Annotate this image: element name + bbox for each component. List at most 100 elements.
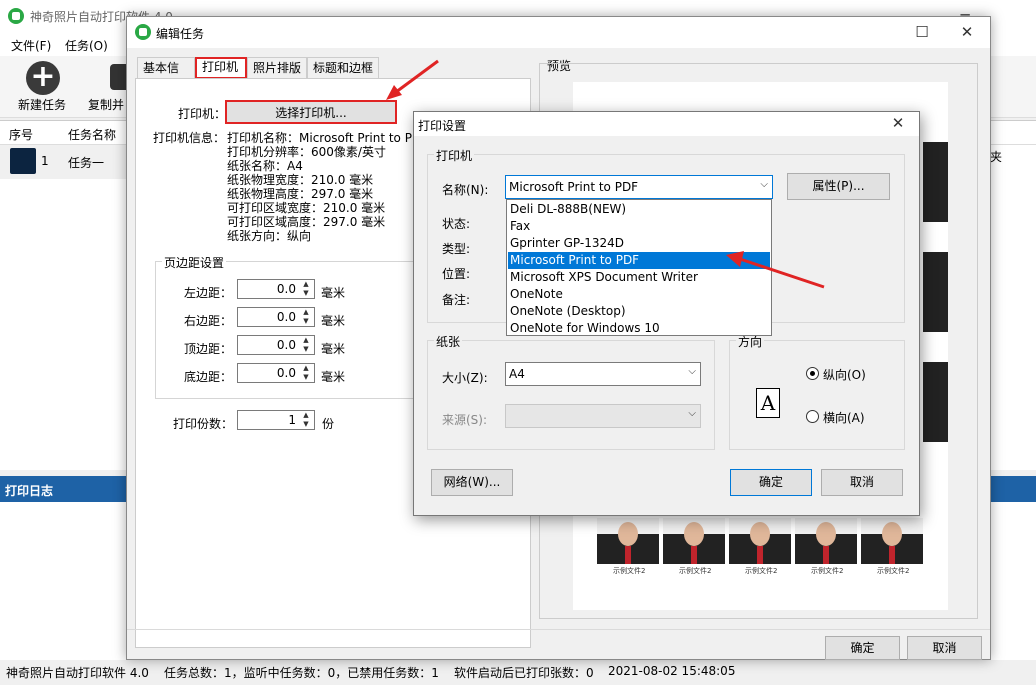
menu-file[interactable]: 文件(F) xyxy=(11,37,51,54)
copy-task-button[interactable]: 复制并 xyxy=(88,96,124,113)
edit-dialog-title: 编辑任务 xyxy=(156,27,205,41)
right-margin-stepper[interactable]: 0.0 ▲ ▼ xyxy=(237,307,315,327)
size-label: 大小(Z): xyxy=(442,371,488,385)
tab-title-border[interactable]: 标题和边框 xyxy=(307,57,379,79)
chevron-down-icon[interactable]: ⌵ xyxy=(688,366,696,377)
list-item[interactable]: Fax xyxy=(508,218,770,235)
col-index-header[interactable]: 序号 xyxy=(9,126,33,143)
list-item[interactable]: OneNote (Desktop) xyxy=(508,303,770,320)
preview-photo-edge xyxy=(923,362,948,442)
edit-maximize-icon[interactable]: ☐ xyxy=(899,17,945,49)
left-margin-label: 左边距： xyxy=(184,286,233,300)
copies-stepper[interactable]: 1 ▲ ▼ xyxy=(237,410,315,430)
col-fragment-header: 夹 xyxy=(990,150,1003,164)
paper-source-select: ⌵ xyxy=(505,404,701,428)
menu-task[interactable]: 任务(O) xyxy=(65,37,108,54)
status-printed-count: 软件启动后已打印张数：0 xyxy=(454,666,594,680)
right-margin-value: 0.0 xyxy=(276,310,296,324)
list-item[interactable]: OneNote for Windows 10 xyxy=(508,320,770,337)
preview-photo xyxy=(861,518,923,564)
comment-label: 备注: xyxy=(442,293,471,307)
paper-size-select[interactable]: A4 ⌵ xyxy=(505,362,701,386)
network-button[interactable]: 网络(W)... xyxy=(431,469,513,496)
print-setup-close-icon[interactable]: ✕ xyxy=(880,112,916,136)
spin-arrows-icon[interactable]: ▲ ▼ xyxy=(300,308,312,326)
print-setup-titlebar: 打印设置 ✕ xyxy=(414,112,919,136)
printer-info-orientation: 纸张方向：纵向 xyxy=(227,229,312,243)
left-margin-unit: 毫米 xyxy=(321,286,346,300)
bottom-margin-stepper[interactable]: 0.0 ▲ ▼ xyxy=(237,363,315,383)
spin-arrows-icon[interactable]: ▲ ▼ xyxy=(300,411,312,429)
tab-basic-info[interactable]: 基本信息 xyxy=(137,57,195,95)
margin-group-title: 页边距设置 xyxy=(162,254,227,271)
chevron-down-icon: ⌵ xyxy=(688,408,696,419)
status-datetime: 2021-08-02 15:48:05 xyxy=(608,664,736,678)
left-margin-stepper[interactable]: 0.0 ▲ ▼ xyxy=(237,279,315,299)
copies-value: 1 xyxy=(288,413,296,427)
paper-size-value: A4 xyxy=(509,367,525,381)
top-margin-label: 顶边距： xyxy=(184,342,233,356)
type-label: 类型: xyxy=(442,242,471,256)
portrait-label[interactable]: 纵向(O) xyxy=(823,366,866,383)
status-bar: 神奇照片自动打印软件 4.0 任务总数：1，监听中任务数：0，已禁用任务数：1 … xyxy=(0,660,1036,685)
preview-photo-caption: 示例文件2 xyxy=(811,567,844,575)
preview-photo xyxy=(663,518,725,564)
right-margin-label: 右边距： xyxy=(184,314,233,328)
preview-photo-caption: 示例文件2 xyxy=(613,567,646,575)
edit-ok-button[interactable]: 确定 xyxy=(825,636,900,660)
bottom-margin-unit: 毫米 xyxy=(321,370,346,384)
chevron-down-icon[interactable]: ⌵ xyxy=(760,179,768,190)
spin-arrows-icon[interactable]: ▲ ▼ xyxy=(300,364,312,382)
paper-group-title: 纸张 xyxy=(434,333,463,350)
list-item[interactable]: Deli DL-888B(NEW) xyxy=(508,201,770,218)
copies-label: 打印份数： xyxy=(173,417,234,431)
properties-button[interactable]: 属性(P)... xyxy=(787,173,890,200)
bottom-margin-label: 底边距： xyxy=(184,370,233,384)
footer-divider xyxy=(127,629,990,630)
select-printer-button[interactable]: 选择打印机... xyxy=(225,100,397,124)
preview-photo-caption: 示例文件2 xyxy=(877,567,910,575)
orientation-groupbox: 方向 A 纵向(O) 横向(A) xyxy=(729,333,905,450)
edit-titlebar: 编辑任务 ☐ ✕ xyxy=(127,17,990,48)
edit-dialog-logo-icon xyxy=(135,24,151,40)
preview-photo-caption: 示例文件2 xyxy=(679,567,712,575)
new-task-button[interactable]: 新建任务 xyxy=(18,96,66,113)
status-app-version: 神奇照片自动打印软件 4.0 xyxy=(6,666,149,680)
printer-info-label: 打印机信息： xyxy=(153,131,226,145)
portrait-page-icon: A xyxy=(756,388,780,418)
table-row[interactable]: 1 任务一 xyxy=(0,145,126,179)
preview-photo-caption: 示例文件2 xyxy=(745,567,778,575)
source-label: 来源(S): xyxy=(442,413,488,427)
top-margin-unit: 毫米 xyxy=(321,342,346,356)
right-margin-unit: 毫米 xyxy=(321,314,346,328)
preview-photo xyxy=(597,518,659,564)
status-label: 状态: xyxy=(442,217,471,231)
tab-printer[interactable]: 打印机 xyxy=(195,57,247,79)
printer-group-title: 打印机 xyxy=(434,147,475,164)
col-name-header[interactable]: 任务名称 xyxy=(68,126,116,143)
spin-arrows-icon[interactable]: ▲ ▼ xyxy=(300,336,312,354)
print-ok-button[interactable]: 确定 xyxy=(730,469,812,496)
top-margin-stepper[interactable]: 0.0 ▲ ▼ xyxy=(237,335,315,355)
app-logo-icon xyxy=(8,8,24,24)
preview-photo xyxy=(729,518,791,564)
bottom-margin-value: 0.0 xyxy=(276,366,296,380)
preview-photo xyxy=(795,518,857,564)
print-setup-title: 打印设置 xyxy=(418,119,467,133)
edit-cancel-button[interactable]: 取消 xyxy=(907,636,982,660)
annotation-arrow-icon xyxy=(386,59,439,100)
edit-close-icon[interactable]: ✕ xyxy=(944,17,990,49)
tab-photo-layout[interactable]: 照片排版 xyxy=(247,57,307,79)
top-margin-value: 0.0 xyxy=(276,338,296,352)
left-margin-value: 0.0 xyxy=(276,282,296,296)
print-cancel-button[interactable]: 取消 xyxy=(821,469,903,496)
printer-name-select[interactable]: Microsoft Print to PDF ⌵ xyxy=(505,175,773,199)
landscape-label[interactable]: 横向(A) xyxy=(823,409,865,426)
new-task-plus-icon[interactable]: + xyxy=(26,61,60,95)
where-label: 位置: xyxy=(442,267,471,281)
annotation-arrow-icon xyxy=(726,251,825,289)
spin-arrows-icon[interactable]: ▲ ▼ xyxy=(300,280,312,298)
row-index: 1 xyxy=(41,154,49,168)
portrait-radio[interactable] xyxy=(806,367,819,380)
landscape-radio[interactable] xyxy=(806,410,819,423)
